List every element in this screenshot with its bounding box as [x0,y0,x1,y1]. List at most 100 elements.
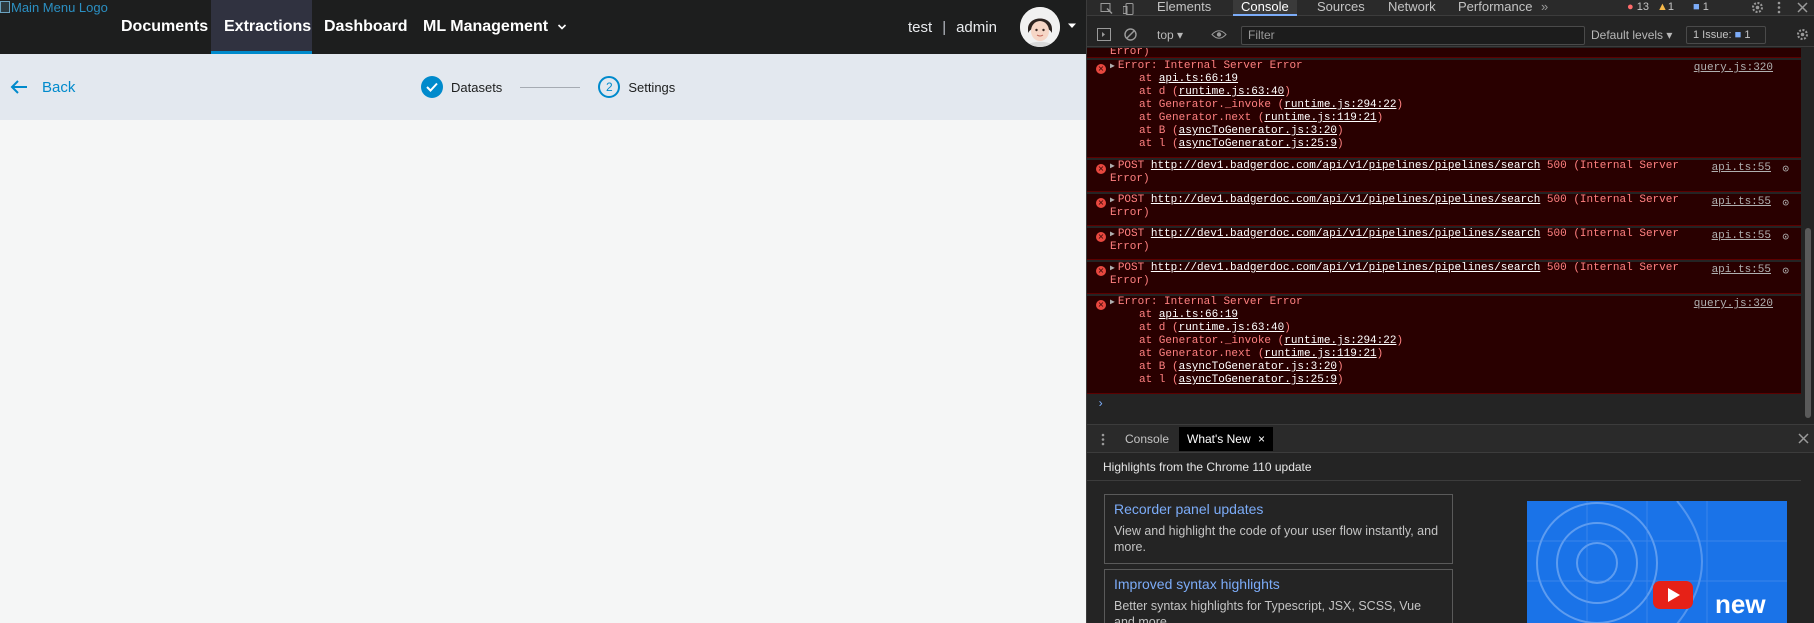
drawer-tab-whats-new[interactable]: What's New × [1179,427,1273,451]
youtube-play-icon[interactable] [1653,581,1693,609]
request-url-link[interactable]: http://dev1.badgerdoc.com/api/v1/pipelin… [1151,262,1540,274]
gear-icon[interactable] [1751,1,1764,14]
network-request-icon[interactable]: ⊙ [1782,196,1789,210]
card-description: Better syntax highlights for Typescript,… [1114,599,1422,623]
log-levels-select[interactable]: Default levels ▾ [1591,26,1672,44]
inspect-element-icon[interactable] [1100,1,1114,17]
more-tabs-icon[interactable]: » [1533,0,1556,16]
device-toolbar-icon[interactable] [1123,1,1135,17]
drawer-tab-console[interactable]: Console [1117,427,1177,451]
back-button[interactable]: Back [10,54,75,120]
frame-link[interactable]: asyncToGenerator.js:25:9 [1179,138,1337,150]
issues-button[interactable]: 1 Issue: ■ 1 [1686,26,1766,44]
request-url-link[interactable]: http://dev1.badgerdoc.com/api/v1/pipelin… [1151,194,1540,206]
scrollbar-thumb[interactable] [1805,228,1811,418]
console-input[interactable]: › [1087,394,1801,414]
frame-link[interactable]: api.ts:66:19 [1159,73,1238,85]
frame-text: ) [1284,322,1291,334]
network-request-icon[interactable]: ⊙ [1782,230,1789,244]
warning-count-badge[interactable]: ▲1 [1657,0,1674,16]
tab-network[interactable]: Network [1380,0,1444,16]
console-error[interactable]: × ▶ Error: Internal Server Error query.js… [1087,296,1801,394]
source-link[interactable]: api.ts:55 [1712,230,1771,242]
frame-link[interactable]: runtime.js:63:40 [1179,322,1285,334]
source-link[interactable]: api.ts:55 [1712,264,1771,276]
message-head: ▶ POST http://dev1.badgerdoc.com/api/v1/p… [1087,194,1801,207]
drawer-menu-icon[interactable] [1101,433,1105,446]
error-count-badge[interactable]: ● 13 [1627,0,1649,16]
card-title[interactable]: Recorder panel updates [1114,501,1443,517]
source-link[interactable]: api.ts:55 [1712,196,1771,208]
message-head: ▶ POST http://dev1.badgerdoc.com/api/v1/p… [1087,160,1801,173]
tab-label: Performance [1458,0,1533,14]
console-error[interactable]: × ▶ Error: Internal Server Error query.js… [1087,60,1801,158]
message-cont: Error) [1110,173,1150,185]
console-error-post[interactable]: × ▶ POST http://dev1.badgerdoc.com/api/v1… [1087,262,1801,294]
message-cont: Error) [1110,207,1150,219]
sidebar-toggle-icon[interactable] [1097,28,1111,41]
tab-console[interactable]: Console [1233,0,1297,16]
frame-link[interactable]: asyncToGenerator.js:3:20 [1179,361,1337,373]
clear-console-icon[interactable] [1124,28,1137,41]
error-icon: × [1096,164,1106,174]
whats-new-card[interactable]: Improved syntax highlights Better syntax… [1104,569,1453,623]
frame-link[interactable]: runtime.js:63:40 [1179,86,1285,98]
kebab-menu-icon[interactable] [1777,1,1781,14]
frame-text: ) [1337,374,1344,386]
stack-frame: at Generator.next (runtime.js:119:21) [1087,112,1801,125]
request-url-link[interactable]: http://dev1.badgerdoc.com/api/v1/pipelin… [1151,228,1540,240]
console-error-post[interactable]: × ▶ POST http://dev1.badgerdoc.com/api/v1… [1087,160,1801,192]
frame-text: ) [1396,99,1404,111]
close-tab-icon[interactable]: × [1258,432,1265,446]
source-link[interactable]: query.js:320 [1694,62,1773,74]
request-url-link[interactable]: http://dev1.badgerdoc.com/api/v1/pipelin… [1151,160,1540,172]
screen: Main Menu Logo Documents Extractions Das… [0,0,1814,623]
error-icon: × [1096,266,1106,276]
close-icon[interactable] [1797,2,1808,13]
filter-input[interactable]: Filter [1241,26,1585,45]
tab-elements[interactable]: Elements [1149,0,1219,16]
message-head: ▶ POST http://dev1.badgerdoc.com/api/v1/p… [1087,228,1801,241]
video-thumbnail[interactable]: new [1527,501,1787,623]
eye-icon[interactable] [1211,29,1227,40]
error-text: Error: Internal Server Error [1117,60,1303,72]
network-request-icon[interactable]: ⊙ [1782,162,1789,176]
whats-new-card[interactable]: Recorder panel updates View and highligh… [1104,494,1453,564]
console-error-post[interactable]: × ▶ POST http://dev1.badgerdoc.com/api/v1… [1087,194,1801,226]
source-link[interactable]: query.js:320 [1694,298,1773,310]
nav-dashboard[interactable]: Dashboard [311,0,421,54]
message-count-badge[interactable]: ■ 1 [1693,0,1709,16]
frame-link[interactable]: runtime.js:119:21 [1264,348,1376,360]
frame-text: at Generator._invoke ( [1139,99,1285,111]
frame-link[interactable]: runtime.js:294:22 [1284,99,1396,111]
frame-link[interactable]: api.ts:66:19 [1159,309,1238,321]
frame-link[interactable]: asyncToGenerator.js:3:20 [1179,125,1337,137]
source-link[interactable]: api.ts:55 [1712,162,1771,174]
frame-link[interactable]: asyncToGenerator.js:25:9 [1179,374,1337,386]
frame-link[interactable]: runtime.js:294:22 [1284,335,1396,347]
tab-sources[interactable]: Sources [1309,0,1373,16]
context-select[interactable]: top ▾ [1157,26,1183,44]
whats-new-headline: Highlights from the Chrome 110 update [1103,460,1312,474]
frame-text: at d ( [1139,322,1179,334]
nav-ml-management[interactable]: ML Management [410,0,580,54]
console-settings-gear-icon[interactable] [1796,28,1809,41]
user-info: test | admin [908,0,997,54]
console-scrollbar[interactable] [1803,48,1813,420]
card-title[interactable]: Improved syntax highlights [1114,576,1443,592]
tab-performance[interactable]: Performance [1450,0,1540,16]
console-toolbar: top ▾ Filter Default levels ▾ 1 Issue: ■… [1087,23,1814,47]
close-drawer-icon[interactable] [1798,433,1809,444]
frame-text: ) [1376,348,1384,360]
error-icon: × [1096,64,1106,74]
frame-text: at B ( [1139,125,1179,137]
main-menu-logo[interactable]: Main Menu Logo [0,0,108,15]
avatar[interactable] [1020,7,1060,47]
context-value: top [1157,28,1174,42]
caret-down-icon[interactable] [1067,22,1077,30]
console-error-post[interactable]: × ▶ POST http://dev1.badgerdoc.com/api/v1… [1087,228,1801,260]
frame-link[interactable]: runtime.js:119:21 [1264,112,1376,124]
nav-documents[interactable]: Documents [108,0,221,54]
network-request-icon[interactable]: ⊙ [1782,264,1789,278]
nav-extractions[interactable]: Extractions [211,0,312,54]
